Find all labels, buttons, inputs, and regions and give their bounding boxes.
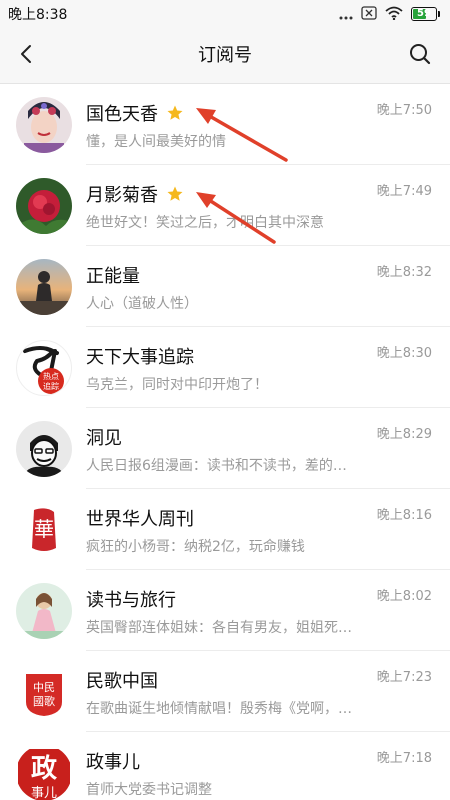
close-box-icon xyxy=(361,5,377,24)
item-preview: 首师大党委书记调整 xyxy=(86,782,212,798)
item-name: 读书与旅行 xyxy=(86,590,176,611)
avatar-text: 追踪 xyxy=(43,381,59,391)
item-preview: 乌克兰，同时对中印开炮了！ xyxy=(86,377,268,393)
search-icon xyxy=(408,42,432,70)
back-button[interactable] xyxy=(8,38,44,74)
avatar-text: 中民 xyxy=(33,681,55,694)
dots-icon xyxy=(339,5,353,24)
avatar-text: 華 xyxy=(34,517,54,541)
list-item[interactable]: 读书与旅行 晚上8:02 英国臀部连体姐妹：各自有男友，姐姐死… xyxy=(0,570,450,651)
page-title: 订阅号 xyxy=(198,45,252,66)
item-name: 正能量 xyxy=(86,266,140,287)
status-time: 晚上8:38 xyxy=(8,7,68,23)
wifi-icon xyxy=(385,5,403,24)
avatar xyxy=(16,583,72,639)
list-item[interactable]: 正能量 晚上8:32 人心（道破人性） xyxy=(0,246,450,327)
avatar: 热点 追踪 xyxy=(16,340,72,396)
item-time: 晚上8:30 xyxy=(376,346,432,361)
item-name: 天下大事追踪 xyxy=(86,347,194,368)
avatar-text: 热点 xyxy=(43,371,59,381)
item-preview: 疯狂的小杨哥：纳税2亿，玩命赚钱 xyxy=(86,539,305,555)
avatar-text: 事儿 xyxy=(31,786,57,800)
nav-bar: 订阅号 xyxy=(0,28,450,84)
item-name: 洞见 xyxy=(86,428,122,449)
item-preview: 英国臀部连体姐妹：各自有男友，姐姐死… xyxy=(86,620,352,636)
item-preview: 人心（道破人性） xyxy=(86,296,198,312)
list-item[interactable]: 政事儿 政事儿 晚上7:18 首师大党委书记调整 xyxy=(0,732,450,800)
battery-level: 59 xyxy=(417,8,431,19)
avatar: 華 xyxy=(16,502,72,558)
battery-icon: 59 xyxy=(411,7,440,21)
item-time: 晚上8:32 xyxy=(376,265,432,280)
item-time: 晚上8:29 xyxy=(376,427,432,442)
avatar xyxy=(16,97,72,153)
item-time: 晚上7:50 xyxy=(376,103,432,118)
item-time: 晚上7:23 xyxy=(376,670,432,685)
item-preview: 懂，是人间最美好的情 xyxy=(86,134,226,150)
avatar-text: 政 xyxy=(31,753,57,784)
item-name: 月影菊香 xyxy=(86,185,158,206)
search-button[interactable] xyxy=(402,38,438,74)
subscription-list: 国色天香 晚上7:50 懂，是人间最美好的情 月影菊香 晚上7:49 绝世好文！… xyxy=(0,84,450,800)
status-bar: 晚上8:38 59 xyxy=(0,0,450,28)
avatar xyxy=(16,259,72,315)
avatar-text: 國歌 xyxy=(33,694,55,708)
item-preview: 人民日报6组漫画：读书和不读书，差的… xyxy=(86,458,347,474)
item-name: 世界华人周刊 xyxy=(86,509,194,530)
list-item[interactable]: 中民 國歌 民歌中国 晚上7:23 在歌曲诞生地倾情献唱！殷秀梅《党啊，… xyxy=(0,651,450,732)
star-icon xyxy=(166,104,184,122)
avatar: 政事儿 xyxy=(16,745,72,800)
list-item[interactable]: 月影菊香 晚上7:49 绝世好文！笑过之后，才明白其中深意 xyxy=(0,165,450,246)
list-item[interactable]: 華 世界华人周刊 晚上8:16 疯狂的小杨哥：纳税2亿，玩命赚钱 xyxy=(0,489,450,570)
star-icon xyxy=(166,185,184,203)
item-name: 国色天香 xyxy=(86,104,158,125)
item-time: 晚上7:49 xyxy=(376,184,432,199)
avatar xyxy=(16,178,72,234)
avatar: 中民 國歌 xyxy=(16,664,72,720)
list-item[interactable]: 洞见 晚上8:29 人民日报6组漫画：读书和不读书，差的… xyxy=(0,408,450,489)
item-name: 民歌中国 xyxy=(86,671,158,692)
item-name: 政事儿 xyxy=(86,752,140,773)
avatar xyxy=(16,421,72,477)
status-icons: 59 xyxy=(339,5,440,24)
item-time: 晚上8:16 xyxy=(376,508,432,523)
item-time: 晚上7:18 xyxy=(376,751,432,766)
item-preview: 在歌曲诞生地倾情献唱！殷秀梅《党啊，… xyxy=(86,701,352,717)
chevron-left-icon xyxy=(19,44,33,68)
item-time: 晚上8:02 xyxy=(376,589,432,604)
list-item[interactable]: 热点 追踪 天下大事追踪 晚上8:30 乌克兰，同时对中印开炮了！ xyxy=(0,327,450,408)
list-item[interactable]: 国色天香 晚上7:50 懂，是人间最美好的情 xyxy=(0,84,450,165)
item-preview: 绝世好文！笑过之后，才明白其中深意 xyxy=(86,215,324,231)
